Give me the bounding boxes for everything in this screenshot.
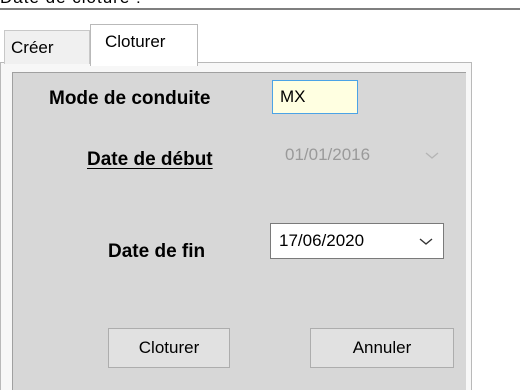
title-divider <box>0 8 520 10</box>
start-date-picker: 01/01/2016 <box>276 137 450 173</box>
dialog-window: Date de clôture : Créer Cloturer Mode de… <box>0 0 520 390</box>
chevron-down-icon <box>425 152 439 159</box>
start-date-value: 01/01/2016 <box>285 145 371 164</box>
mode-label: Mode de conduite <box>49 88 211 109</box>
tab-create[interactable]: Créer <box>4 30 90 64</box>
end-date-value: 17/06/2020 <box>279 231 365 250</box>
window-title: Date de clôture : <box>0 0 142 8</box>
end-date-picker[interactable]: 17/06/2020 <box>270 223 444 259</box>
tab-cloturer[interactable]: Cloturer <box>90 24 198 66</box>
chevron-down-icon[interactable] <box>417 231 435 251</box>
start-date-label: Date de début <box>87 149 213 170</box>
cloturer-button[interactable]: Cloturer <box>108 328 230 368</box>
end-date-label: Date de fin <box>108 241 206 262</box>
cancel-button[interactable]: Annuler <box>310 328 454 368</box>
mode-field[interactable]: MX <box>272 80 358 114</box>
